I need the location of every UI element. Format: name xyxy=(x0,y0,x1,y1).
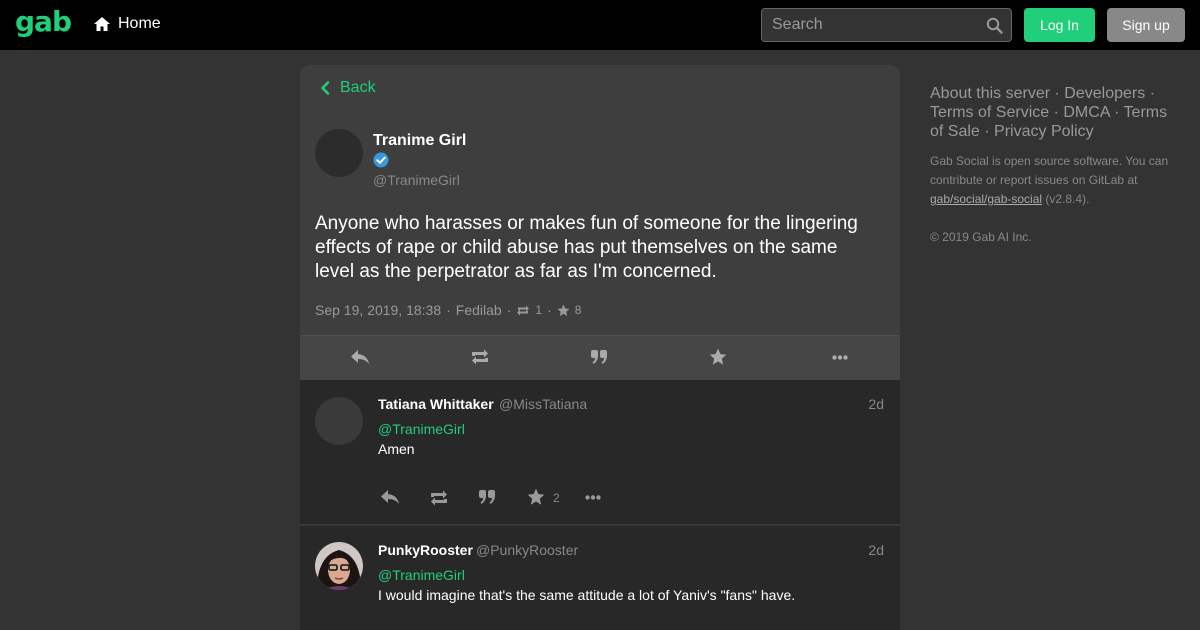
reply-mention[interactable]: @TranimeGirl xyxy=(378,421,465,437)
author-avatar[interactable] xyxy=(315,129,363,177)
reply-content: I would imagine that's the same attitude… xyxy=(378,587,796,603)
star-icon[interactable] xyxy=(527,488,545,506)
repost-icon[interactable] xyxy=(469,349,491,365)
link-separator: · xyxy=(1054,85,1060,102)
footer-link-terms-of-service[interactable]: Terms of Service xyxy=(930,104,1049,121)
nav-home-link[interactable]: Home xyxy=(93,15,161,33)
nav-home-label: Home xyxy=(118,15,161,32)
reply-icon[interactable] xyxy=(350,349,370,365)
back-button[interactable]: Back xyxy=(320,79,376,97)
main-column: Back Tranime Girl @TranimeGirl Anyone wh… xyxy=(300,65,900,630)
reply-display-name[interactable]: Tatiana Whittaker xyxy=(378,396,494,412)
more-icon[interactable] xyxy=(832,355,848,360)
link-separator: · xyxy=(1149,85,1156,102)
search-box xyxy=(761,8,1012,42)
meta-separator: · xyxy=(547,302,552,318)
status-action-bar xyxy=(300,335,900,380)
status-content: Anyone who harasses or makes fun of some… xyxy=(315,213,858,282)
favourite-count: 8 xyxy=(574,303,582,317)
more-icon[interactable] xyxy=(585,495,601,500)
footer-links: About this server · Developers · Terms o… xyxy=(930,84,1180,141)
link-separator: · xyxy=(1053,104,1059,121)
version-text: (v2.8.4). xyxy=(1045,192,1090,206)
reply-avatar[interactable] xyxy=(315,542,363,590)
meta-separator: · xyxy=(506,302,512,318)
footer-link-privacy-policy[interactable]: Privacy Policy xyxy=(994,123,1094,140)
status-detail: Back Tranime Girl @TranimeGirl Anyone wh… xyxy=(300,65,900,380)
link-separator: · xyxy=(1114,104,1120,121)
reply-avatar[interactable] xyxy=(315,397,363,445)
reply-time[interactable]: 2d xyxy=(868,542,884,558)
meta-separator: · xyxy=(446,302,451,318)
reply-time[interactable]: 2d xyxy=(868,396,884,412)
quote-icon[interactable] xyxy=(478,489,496,505)
link-separator: · xyxy=(984,123,990,140)
star-icon[interactable] xyxy=(709,348,727,366)
search-input[interactable] xyxy=(762,9,982,41)
footer-link-developers[interactable]: Developers xyxy=(1064,85,1145,102)
footer-link-about[interactable]: About this server xyxy=(930,85,1050,102)
signup-button[interactable]: Sign up xyxy=(1107,8,1185,42)
reply-icon[interactable] xyxy=(380,489,400,505)
star-icon xyxy=(557,303,570,316)
reply-status[interactable]: Tatiana Whittaker @MissTatiana 2d @Trani… xyxy=(300,380,900,525)
footer-about: Gab Social is open source software. You … xyxy=(930,152,1180,209)
about-text: Gab Social is open source software. You … xyxy=(930,154,1169,187)
reply-handle[interactable]: @MissTatiana xyxy=(499,396,587,412)
repost-icon xyxy=(517,305,530,315)
quote-icon[interactable] xyxy=(590,349,608,365)
reply-display-name[interactable]: PunkyRooster xyxy=(378,542,473,558)
repost-count: 1 xyxy=(535,303,543,317)
repo-link[interactable]: gab/social/gab-social xyxy=(930,192,1042,206)
home-icon xyxy=(94,17,110,31)
login-button[interactable]: Log In xyxy=(1024,8,1095,42)
verified-check-icon xyxy=(373,152,389,168)
search-icon[interactable] xyxy=(986,17,1003,34)
top-navigation-bar: gab Home Log In Sign up xyxy=(0,0,1200,50)
reply-mention[interactable]: @TranimeGirl xyxy=(378,567,465,583)
status-meta: Sep 19, 2019, 18:38 · Fedilab · 1 · 8 xyxy=(315,302,581,318)
repost-icon[interactable] xyxy=(428,490,450,506)
reply-handle[interactable]: @PunkyRooster xyxy=(476,542,578,558)
status-timestamp[interactable]: Sep 19, 2019, 18:38 xyxy=(315,302,441,318)
back-label: Back xyxy=(340,79,376,96)
reply-favourite-count: 2 xyxy=(553,491,560,505)
author-handle[interactable]: @TranimeGirl xyxy=(373,172,460,188)
reply-status[interactable]: PunkyRooster @PunkyRooster 2d @TranimeGi… xyxy=(300,526,900,630)
copyright: © 2019 Gab AI Inc. xyxy=(930,230,1032,244)
status-application: Fedilab xyxy=(455,302,502,318)
footer-link-dmca[interactable]: DMCA xyxy=(1063,104,1109,121)
gab-logo[interactable]: gab xyxy=(15,5,72,38)
chevron-left-icon xyxy=(321,81,330,95)
reply-content: Amen xyxy=(378,441,415,457)
author-display-name[interactable]: Tranime Girl xyxy=(373,132,466,150)
